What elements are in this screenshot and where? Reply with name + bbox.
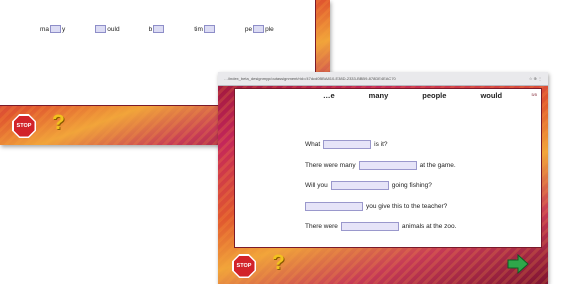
word-suffix: ould <box>107 25 120 33</box>
missing-letter-word-3: b <box>149 25 166 33</box>
sentence-end: at the game. <box>419 161 456 169</box>
stop-sign-icon: STOP <box>13 115 35 137</box>
sentence-start: Will you <box>305 182 328 189</box>
sentence-end: is it? <box>374 141 388 148</box>
browser-url[interactable]: …/index_beta_designmyp/outassignment/rid… <box>224 76 525 81</box>
sentence-row-4: you give this to the teacher? <box>305 201 456 211</box>
word-suffix: y <box>62 25 66 33</box>
letter-blank[interactable] <box>203 25 215 33</box>
sentence-row-3: Will you going fishing? <box>305 181 456 190</box>
answer-input[interactable] <box>330 181 389 190</box>
browser-controls[interactable]: ☆ ⊕ ⋮ <box>529 76 542 81</box>
letter-blank[interactable] <box>153 25 165 33</box>
missing-letter-word-row: ma y ould b tim pe ple <box>40 25 274 33</box>
answer-input[interactable] <box>340 222 399 231</box>
missing-letter-word-1: ma y <box>40 25 65 33</box>
missing-letter-word-4: tim <box>194 25 216 33</box>
stop-button[interactable]: STOP <box>232 254 256 278</box>
sentence-row-1: What is it? <box>305 140 456 149</box>
answer-input[interactable] <box>305 201 363 211</box>
word-bank-item[interactable]: people <box>422 91 446 100</box>
stop-button[interactable]: STOP <box>12 114 36 138</box>
sentence-end: going fishing? <box>391 182 432 189</box>
fill-in-sentences: What is it? There were many at the game. W… <box>305 140 456 231</box>
next-arrow-icon[interactable] <box>507 254 529 274</box>
sentence-row-2: There were many at the game. <box>305 160 456 170</box>
sentence-start: There were <box>305 223 338 230</box>
word-suffix: ple <box>265 25 274 33</box>
missing-letter-word-2: ould <box>94 25 120 33</box>
word-bank-item[interactable]: would <box>480 91 502 100</box>
word-bank-item[interactable]: many <box>369 91 389 100</box>
word-bank-item[interactable]: …e <box>323 91 335 100</box>
stop-label: STOP <box>16 123 32 129</box>
letter-blank[interactable] <box>95 25 107 33</box>
sentence-start: What <box>305 141 321 148</box>
word-bank: …e many people would <box>323 91 543 100</box>
question-mark-icon[interactable]: ? <box>52 111 65 135</box>
word-prefix: ma <box>40 25 50 33</box>
screenshot-stage: ma y ould b tim pe ple STOP ? …/index_be… <box>0 0 569 284</box>
word-prefix: pe <box>244 25 253 33</box>
answer-input[interactable] <box>323 140 372 149</box>
missing-letter-word-5: pe ple <box>245 25 274 33</box>
stop-sign-icon: STOP <box>233 255 255 277</box>
stop-label: STOP <box>236 263 252 269</box>
word-prefix: tim <box>194 25 203 33</box>
sentence-start: There were many <box>305 161 356 169</box>
activity-panel-front: 5/5 …e many people would What is it? Ther… <box>234 88 542 248</box>
sentence-end: animals at the zoo. <box>401 223 457 230</box>
answer-input[interactable] <box>358 160 417 170</box>
letter-blank[interactable] <box>253 25 265 33</box>
sentence-row-5: There were animals at the zoo. <box>305 222 456 231</box>
spelling-activity-screen-front: …/index_beta_designmyp/outassignment/rid… <box>218 72 548 284</box>
sentence-end: you give this to the teacher? <box>366 202 448 210</box>
browser-address-bar: …/index_beta_designmyp/outassignment/rid… <box>218 72 548 86</box>
word-prefix: b <box>148 25 153 33</box>
letter-blank[interactable] <box>50 25 62 33</box>
question-mark-icon[interactable]: ? <box>272 251 285 275</box>
